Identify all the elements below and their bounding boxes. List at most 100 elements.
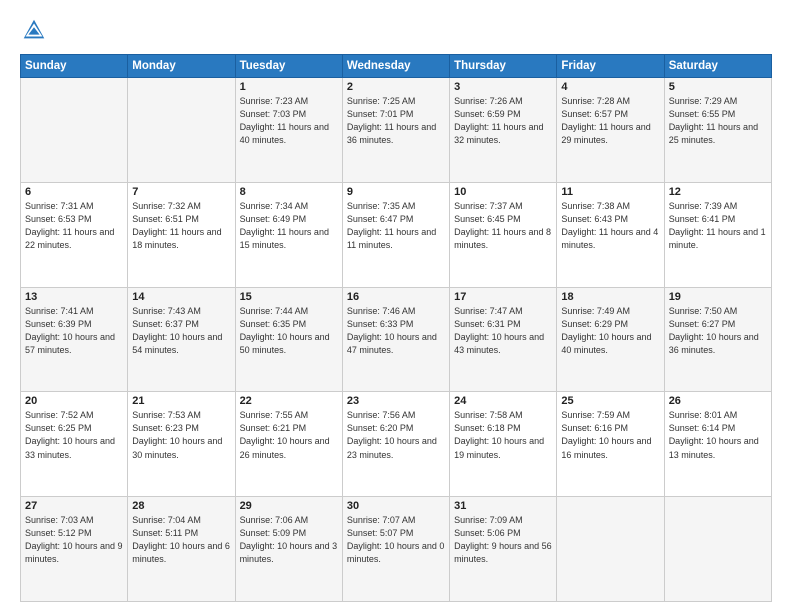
day-number: 15 — [240, 291, 338, 303]
day-cell: 29 Sunrise: 7:06 AMSunset: 5:09 PMDayligh… — [235, 497, 342, 602]
day-info: Sunrise: 7:49 AMSunset: 6:29 PMDaylight:… — [561, 305, 659, 357]
day-number: 17 — [454, 291, 552, 303]
day-number: 26 — [669, 395, 767, 407]
day-number: 23 — [347, 395, 445, 407]
day-info: Sunrise: 7:29 AMSunset: 6:55 PMDaylight:… — [669, 95, 767, 147]
day-info: Sunrise: 7:06 AMSunset: 5:09 PMDaylight:… — [240, 514, 338, 566]
day-info: Sunrise: 7:59 AMSunset: 6:16 PMDaylight:… — [561, 409, 659, 461]
day-number: 27 — [25, 500, 123, 512]
day-number: 6 — [25, 186, 123, 198]
day-info: Sunrise: 8:01 AMSunset: 6:14 PMDaylight:… — [669, 409, 767, 461]
day-number: 8 — [240, 186, 338, 198]
day-cell: 7Sunrise: 7:32 AMSunset: 6:51 PMDaylight… — [128, 182, 235, 287]
day-info: Sunrise: 7:53 AMSunset: 6:23 PMDaylight:… — [132, 409, 230, 461]
day-info: Sunrise: 7:50 AMSunset: 6:27 PMDaylight:… — [669, 305, 767, 357]
day-cell: 17 Sunrise: 7:47 AMSunset: 6:31 PMDayligh… — [450, 287, 557, 392]
day-info: Sunrise: 7:04 AMSunset: 5:11 PMDaylight:… — [132, 514, 230, 566]
day-info: Sunrise: 7:46 AMSunset: 6:33 PMDaylight:… — [347, 305, 445, 357]
day-cell: 1 Sunrise: 7:23 AMSunset: 7:03 PMDaylight… — [235, 78, 342, 183]
day-cell — [557, 497, 664, 602]
day-cell: 11 Sunrise: 7:38 AMSunset: 6:43 PMDayligh… — [557, 182, 664, 287]
week-row-3: 13 Sunrise: 7:41 AMSunset: 6:39 PMDayligh… — [21, 287, 772, 392]
day-cell: 14Sunrise: 7:43 AMSunset: 6:37 PMDayligh… — [128, 287, 235, 392]
week-row-5: 27 Sunrise: 7:03 AMSunset: 5:12 PMDayligh… — [21, 497, 772, 602]
day-cell: 2Sunrise: 7:25 AMSunset: 7:01 PMDaylight… — [342, 78, 449, 183]
day-cell: 6 Sunrise: 7:31 AMSunset: 6:53 PMDaylight… — [21, 182, 128, 287]
calendar-table: SundayMondayTuesdayWednesdayThursdayFrid… — [20, 54, 772, 602]
day-cell: 30 Sunrise: 7:07 AMSunset: 5:07 PMDayligh… — [342, 497, 449, 602]
day-info: Sunrise: 7:41 AMSunset: 6:39 PMDaylight:… — [25, 305, 123, 357]
day-cell: 19 Sunrise: 7:50 AMSunset: 6:27 PMDayligh… — [664, 287, 771, 392]
day-info: Sunrise: 7:07 AMSunset: 5:07 PMDaylight:… — [347, 514, 445, 566]
day-info: Sunrise: 7:26 AMSunset: 6:59 PMDaylight:… — [454, 95, 552, 147]
day-number: 1 — [240, 81, 338, 93]
day-number: 29 — [240, 500, 338, 512]
day-info: Sunrise: 7:55 AMSunset: 6:21 PMDaylight:… — [240, 409, 338, 461]
day-cell: 4Sunrise: 7:28 AMSunset: 6:57 PMDaylight… — [557, 78, 664, 183]
day-info: Sunrise: 7:34 AMSunset: 6:49 PMDaylight:… — [240, 200, 338, 252]
day-info: Sunrise: 7:03 AMSunset: 5:12 PMDaylight:… — [25, 514, 123, 566]
day-cell: 31 Sunrise: 7:09 AMSunset: 5:06 PMDayligh… — [450, 497, 557, 602]
day-cell: 15Sunrise: 7:44 AMSunset: 6:35 PMDayligh… — [235, 287, 342, 392]
weekday-header-row: SundayMondayTuesdayWednesdayThursdayFrid… — [21, 55, 772, 78]
day-cell: 8 Sunrise: 7:34 AMSunset: 6:49 PMDaylight… — [235, 182, 342, 287]
day-info: Sunrise: 7:43 AMSunset: 6:37 PMDaylight:… — [132, 305, 230, 357]
weekday-header-friday: Friday — [557, 55, 664, 78]
day-cell: 12Sunrise: 7:39 AMSunset: 6:41 PMDayligh… — [664, 182, 771, 287]
weekday-header-monday: Monday — [128, 55, 235, 78]
weekday-header-wednesday: Wednesday — [342, 55, 449, 78]
logo-icon — [20, 16, 48, 44]
day-info: Sunrise: 7:56 AMSunset: 6:20 PMDaylight:… — [347, 409, 445, 461]
weekday-header-tuesday: Tuesday — [235, 55, 342, 78]
day-cell: 5 Sunrise: 7:29 AMSunset: 6:55 PMDaylight… — [664, 78, 771, 183]
day-number: 25 — [561, 395, 659, 407]
day-info: Sunrise: 7:23 AMSunset: 7:03 PMDaylight:… — [240, 95, 338, 147]
day-cell: 18 Sunrise: 7:49 AMSunset: 6:29 PMDayligh… — [557, 287, 664, 392]
day-cell: 24 Sunrise: 7:58 AMSunset: 6:18 PMDayligh… — [450, 392, 557, 497]
day-cell: 22Sunrise: 7:55 AMSunset: 6:21 PMDayligh… — [235, 392, 342, 497]
logo — [20, 16, 52, 44]
day-cell: 27 Sunrise: 7:03 AMSunset: 5:12 PMDayligh… — [21, 497, 128, 602]
day-cell: 21 Sunrise: 7:53 AMSunset: 6:23 PMDayligh… — [128, 392, 235, 497]
day-cell: 28 Sunrise: 7:04 AMSunset: 5:11 PMDayligh… — [128, 497, 235, 602]
day-number: 12 — [669, 186, 767, 198]
day-info: Sunrise: 7:47 AMSunset: 6:31 PMDaylight:… — [454, 305, 552, 357]
day-info: Sunrise: 7:38 AMSunset: 6:43 PMDaylight:… — [561, 200, 659, 252]
day-number: 19 — [669, 291, 767, 303]
day-number: 16 — [347, 291, 445, 303]
day-info: Sunrise: 7:58 AMSunset: 6:18 PMDaylight:… — [454, 409, 552, 461]
day-info: Sunrise: 7:31 AMSunset: 6:53 PMDaylight:… — [25, 200, 123, 252]
day-number: 9 — [347, 186, 445, 198]
day-number: 4 — [561, 81, 659, 93]
day-cell: 13 Sunrise: 7:41 AMSunset: 6:39 PMDayligh… — [21, 287, 128, 392]
day-number: 2 — [347, 81, 445, 93]
day-number: 30 — [347, 500, 445, 512]
day-cell: 16 Sunrise: 7:46 AMSunset: 6:33 PMDayligh… — [342, 287, 449, 392]
day-cell: 3 Sunrise: 7:26 AMSunset: 6:59 PMDaylight… — [450, 78, 557, 183]
day-cell: 10 Sunrise: 7:37 AMSunset: 6:45 PMDayligh… — [450, 182, 557, 287]
day-number: 31 — [454, 500, 552, 512]
day-number: 3 — [454, 81, 552, 93]
day-number: 13 — [25, 291, 123, 303]
day-number: 20 — [25, 395, 123, 407]
day-number: 28 — [132, 500, 230, 512]
day-number: 10 — [454, 186, 552, 198]
week-row-1: 1 Sunrise: 7:23 AMSunset: 7:03 PMDaylight… — [21, 78, 772, 183]
day-cell — [128, 78, 235, 183]
day-number: 18 — [561, 291, 659, 303]
day-cell — [664, 497, 771, 602]
day-cell: 9 Sunrise: 7:35 AMSunset: 6:47 PMDaylight… — [342, 182, 449, 287]
day-info: Sunrise: 7:09 AMSunset: 5:06 PMDaylight:… — [454, 514, 552, 566]
day-number: 5 — [669, 81, 767, 93]
day-cell: 20Sunrise: 7:52 AMSunset: 6:25 PMDayligh… — [21, 392, 128, 497]
day-number: 11 — [561, 186, 659, 198]
weekday-header-thursday: Thursday — [450, 55, 557, 78]
page-header — [20, 16, 772, 44]
day-info: Sunrise: 7:35 AMSunset: 6:47 PMDaylight:… — [347, 200, 445, 252]
day-number: 7 — [132, 186, 230, 198]
day-cell: 23 Sunrise: 7:56 AMSunset: 6:20 PMDayligh… — [342, 392, 449, 497]
day-number: 24 — [454, 395, 552, 407]
day-info: Sunrise: 7:37 AMSunset: 6:45 PMDaylight:… — [454, 200, 552, 252]
day-cell: 25 Sunrise: 7:59 AMSunset: 6:16 PMDayligh… — [557, 392, 664, 497]
day-number: 21 — [132, 395, 230, 407]
